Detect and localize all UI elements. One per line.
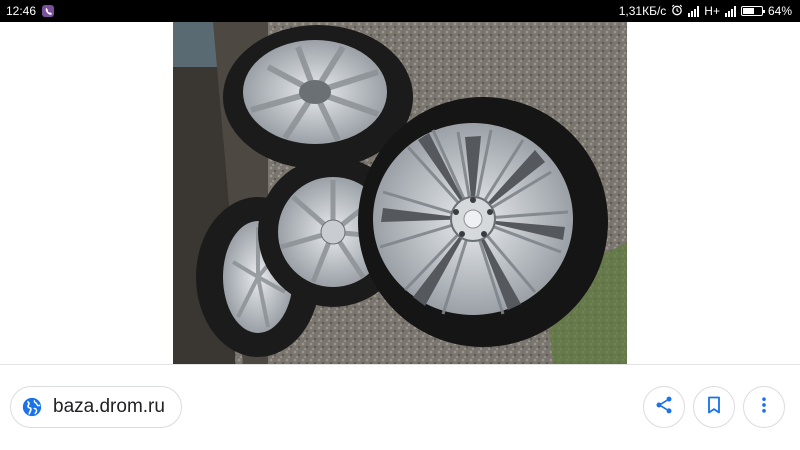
viber-icon [42,5,55,17]
bookmark-icon [704,395,724,420]
battery-percent: 64% [767,4,792,18]
wheels-photo-graphic [173,22,627,364]
network-type: H+ [704,4,720,18]
more-vert-icon [754,395,774,420]
wheels-photo[interactable] [173,22,627,364]
battery-icon [740,6,765,16]
source-link[interactable]: baza.drom.ru [10,386,182,428]
image-viewer[interactable] [0,22,800,364]
status-bar: 12:46 1,31КБ/с H+ 64% [0,0,800,22]
alarm-icon [671,4,683,19]
status-bar-right: 1,31КБ/с H+ 64% [619,0,792,22]
more-options-button[interactable] [743,386,785,428]
save-button[interactable] [693,386,735,428]
clock: 12:46 [6,4,37,18]
share-button[interactable] [643,386,685,428]
signal-icon [688,5,700,17]
globe-icon [21,396,43,418]
signal-icon-2 [724,5,736,17]
bottom-bar: baza.drom.ru [0,364,800,450]
network-speed: 1,31КБ/с [618,4,667,18]
source-domain: baza.drom.ru [53,396,165,417]
share-icon [654,395,674,420]
status-bar-left: 12:46 [6,0,55,22]
battery-fill [742,8,755,14]
